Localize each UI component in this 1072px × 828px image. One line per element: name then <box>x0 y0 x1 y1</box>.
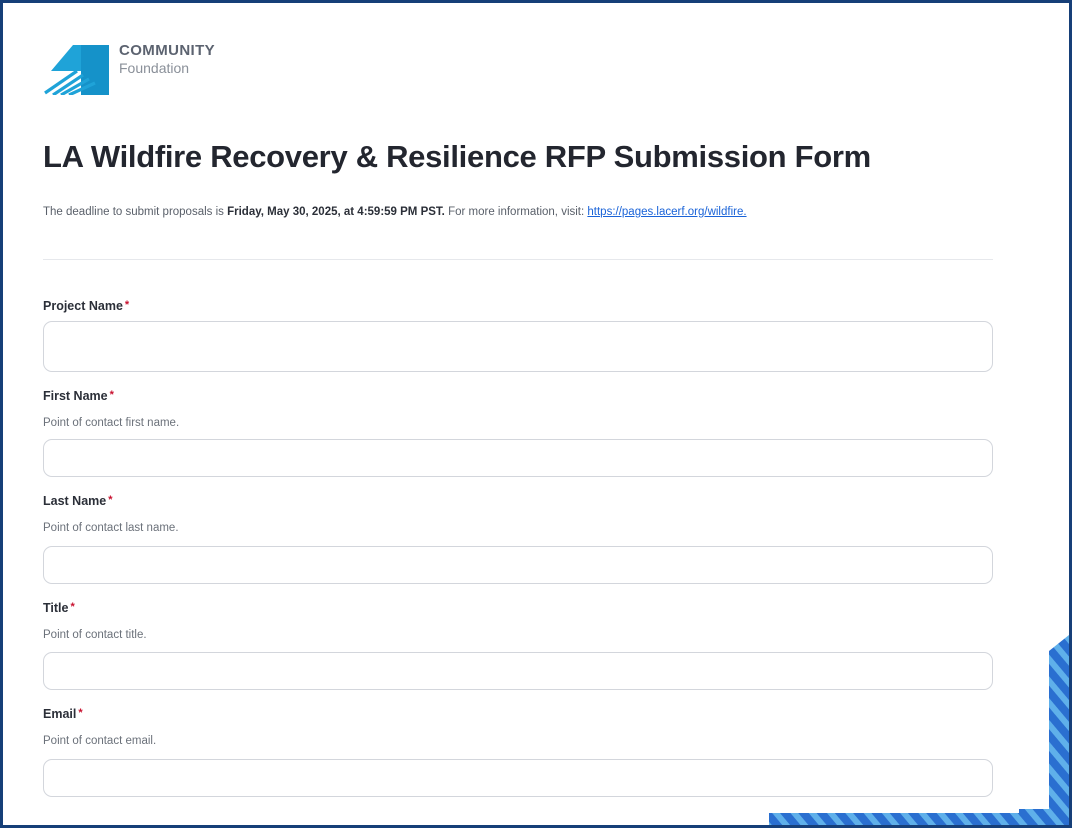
deadline-info-text: For more information, visit: <box>444 206 588 218</box>
first-name-help: Point of contact first name. <box>43 417 180 429</box>
logo-text-foundation: Foundation <box>119 60 190 76</box>
email-label: Email * <box>43 707 83 721</box>
project-name-input[interactable] <box>43 321 993 372</box>
last-name-label: Last Name * <box>43 494 113 508</box>
community-foundation-logo[interactable]: COMMUNITY Foundation <box>43 41 215 95</box>
title-input[interactable] <box>43 652 993 690</box>
title-help: Point of contact title. <box>43 629 147 641</box>
required-asterisk: * <box>124 299 130 311</box>
required-asterisk: * <box>108 494 113 506</box>
form-page: COMMUNITY Foundation LA Wildfire Recover… <box>3 3 1049 809</box>
email-help: Point of contact email. <box>43 735 157 747</box>
required-asterisk: * <box>109 389 114 401</box>
last-name-input[interactable] <box>43 546 993 584</box>
last-name-help: Point of contact last name. <box>43 522 179 534</box>
required-asterisk: * <box>70 601 75 613</box>
email-input[interactable] <box>43 759 993 797</box>
first-name-input[interactable] <box>43 439 993 477</box>
form-title: LA Wildfire Recovery & Resilience RFP Su… <box>43 139 871 174</box>
deadline-notice: The deadline to submit proposals is Frid… <box>43 206 747 218</box>
logo-text-community: COMMUNITY <box>119 42 216 59</box>
title-label: Title * <box>43 601 75 615</box>
first-name-label: First Name * <box>43 389 114 403</box>
deadline-prefix: The deadline to submit proposals is <box>43 206 228 218</box>
deadline-date: Friday, May 30, 2025, at 4:59:59 PM PST. <box>227 206 445 218</box>
divider <box>43 259 993 260</box>
required-asterisk: * <box>78 707 83 719</box>
project-name-label: Project Name * <box>43 299 130 313</box>
logo-mark-icon <box>44 45 109 95</box>
wildfire-info-link[interactable]: https://pages.lacerf.org/wildfire. <box>587 206 746 218</box>
